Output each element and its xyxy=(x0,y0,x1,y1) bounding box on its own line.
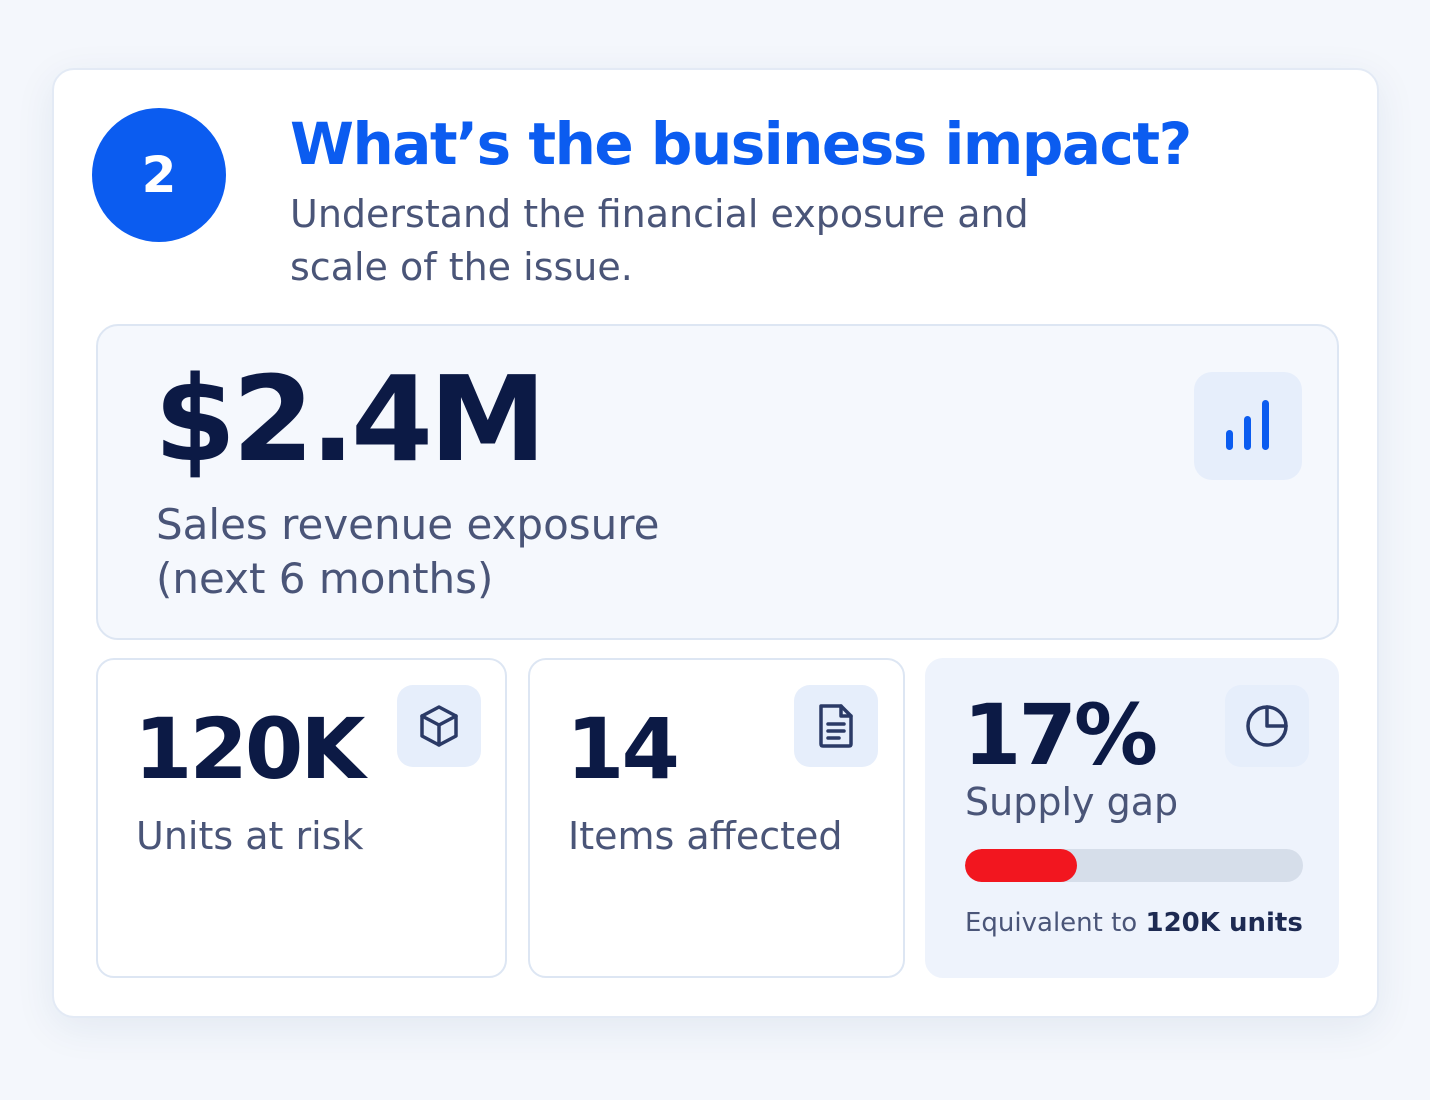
step-number-badge: 2 xyxy=(92,108,226,242)
items-affected-label: Items affected xyxy=(568,814,843,858)
footnote-strong: 120K units xyxy=(1145,908,1303,938)
document-icon xyxy=(794,685,878,767)
revenue-exposure-panel: $2.4M Sales revenue exposure (next 6 mon… xyxy=(96,324,1339,640)
supply-gap-card: 17% Supply gap Equivalent to 120K units xyxy=(925,658,1339,978)
supply-gap-progress-fill xyxy=(965,849,1077,882)
units-at-risk-label: Units at risk xyxy=(136,814,364,858)
pie-chart-icon xyxy=(1225,685,1309,767)
business-impact-card: 2 What’s the business impact? Understand… xyxy=(52,68,1379,1018)
items-affected-card: 14 Items affected xyxy=(528,658,905,978)
bar-chart-icon xyxy=(1194,372,1302,480)
items-affected-value: 14 xyxy=(566,700,680,798)
supply-gap-label: Supply gap xyxy=(965,780,1179,824)
section-title: What’s the business impact? xyxy=(290,110,1192,178)
box-icon xyxy=(397,685,481,767)
revenue-exposure-label: Sales revenue exposure (next 6 months) xyxy=(156,500,660,603)
units-at-risk-card: 120K Units at risk xyxy=(96,658,507,978)
section-subtitle: Understand the financial exposure and sc… xyxy=(290,192,1029,289)
supply-gap-progress-bar xyxy=(965,849,1303,882)
units-at-risk-value: 120K xyxy=(134,700,365,798)
supply-gap-footnote: Equivalent to 120K units xyxy=(965,908,1303,938)
revenue-exposure-value: $2.4M xyxy=(154,350,547,488)
footnote-prefix: Equivalent to xyxy=(965,908,1138,938)
supply-gap-value: 17% xyxy=(963,686,1158,784)
